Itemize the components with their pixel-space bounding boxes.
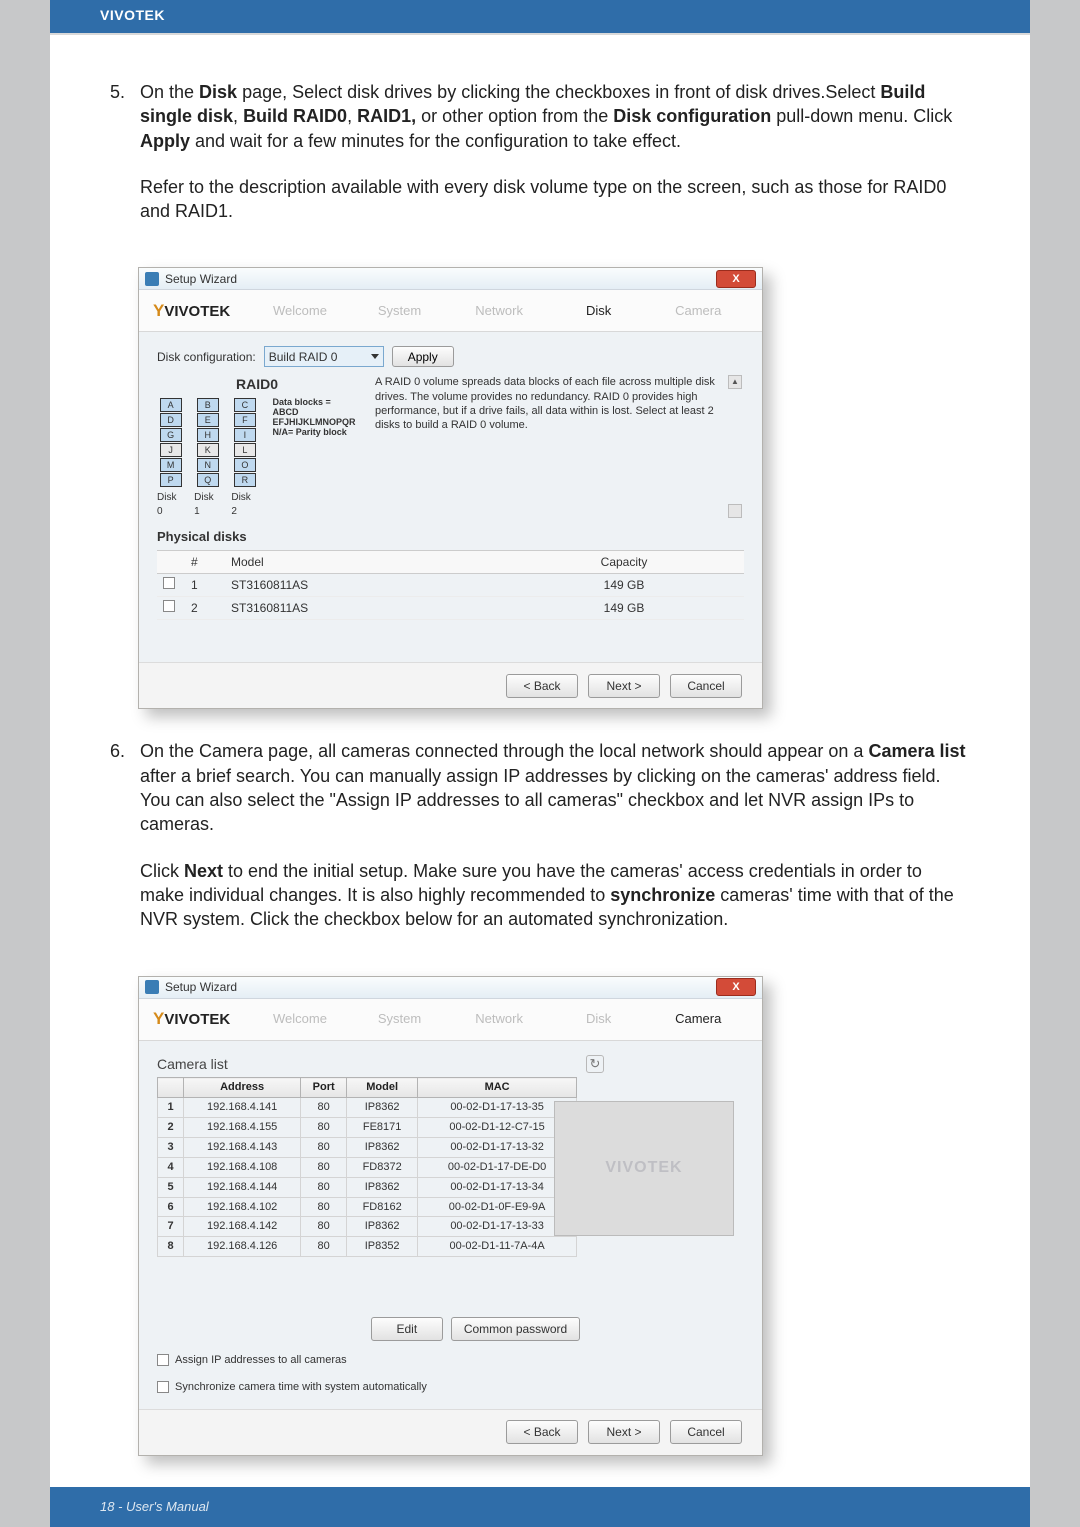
step-6: 6. On the Camera page, all cameras conne… — [110, 739, 970, 953]
checkbox[interactable] — [163, 600, 175, 612]
refresh-icon[interactable]: ↻ — [586, 1055, 604, 1073]
disk-config-dropdown[interactable]: Build RAID 0 — [264, 346, 384, 367]
back-button[interactable]: < Back — [506, 1420, 578, 1444]
table-row[interactable]: 5192.168.4.14480IP836200-02-D1-17-13-34 — [158, 1177, 577, 1197]
physical-disks-title: Physical disks — [157, 528, 744, 546]
chevron-down-icon — [371, 354, 379, 359]
table-row[interactable]: 6192.168.4.10280FD816200-02-D1-0F-E9-9A — [158, 1197, 577, 1217]
raid-description: A RAID 0 volume spreads data blocks of e… — [375, 375, 744, 518]
step-5: 5. On the Disk page, Select disk drives … — [110, 80, 970, 245]
page-footer: 18 - User's Manual — [50, 1487, 1030, 1527]
setup-wizard-disk: Setup Wizard X YVIVOTEK Welcome System N… — [138, 267, 763, 709]
step6-para2: Click Next to end the initial setup. Mak… — [140, 859, 970, 932]
tab-camera[interactable]: Camera — [648, 1010, 748, 1028]
step-number: 5. — [110, 80, 140, 245]
camera-preview: VIVOTEK — [554, 1101, 734, 1236]
logo: YVIVOTEK — [153, 300, 230, 323]
step6-para1: On the Camera page, all cameras connecte… — [140, 739, 970, 836]
sync-time-label: Synchronize camera time with system auto… — [175, 1380, 427, 1395]
checkbox-assign-ip[interactable] — [157, 1354, 169, 1366]
assign-ip-label: Assign IP addresses to all cameras — [175, 1353, 347, 1368]
window-title: Setup Wizard — [165, 271, 716, 287]
setup-wizard-camera: Setup Wizard X YVIVOTEK Welcome System N… — [138, 976, 763, 1456]
edit-button[interactable]: Edit — [371, 1317, 443, 1341]
scroll-down-icon[interactable] — [728, 504, 742, 518]
tab-welcome[interactable]: Welcome — [250, 1010, 350, 1028]
tab-welcome[interactable]: Welcome — [250, 302, 350, 320]
table-row[interactable]: 1ST3160811AS149 GB — [157, 574, 744, 597]
disk-config-label: Disk configuration: — [157, 349, 256, 365]
table-row[interactable]: 8192.168.4.12680IP835200-02-D1-11-7A-4A — [158, 1237, 577, 1257]
scroll-up-icon[interactable]: ▲ — [728, 375, 742, 389]
camera-list-title: Camera list — [157, 1055, 228, 1074]
table-row[interactable]: 7192.168.4.14280IP836200-02-D1-17-13-33 — [158, 1217, 577, 1237]
tab-system[interactable]: System — [350, 1010, 450, 1028]
common-password-button[interactable]: Common password — [451, 1317, 580, 1341]
physical-disks-table: # Model Capacity 1ST3160811AS149 GB 2ST3… — [157, 550, 744, 621]
table-row[interactable]: 2ST3160811AS149 GB — [157, 597, 744, 620]
logo: YVIVOTEK — [153, 1008, 230, 1031]
apply-button[interactable]: Apply — [392, 346, 454, 367]
raid-diagram: RAID0 ADGJMP Disk 0 BEHKNQ Disk 1 — [157, 375, 357, 518]
step5-para1: On the Disk page, Select disk drives by … — [140, 80, 970, 153]
tab-system[interactable]: System — [350, 302, 450, 320]
app-icon — [145, 980, 159, 994]
tab-disk[interactable]: Disk — [549, 302, 649, 320]
table-row[interactable]: 2192.168.4.15580FE817100-02-D1-12-C7-15 — [158, 1118, 577, 1138]
tab-disk[interactable]: Disk — [549, 1010, 649, 1028]
step-number: 6. — [110, 739, 140, 953]
checkbox-sync-time[interactable] — [157, 1381, 169, 1393]
table-row[interactable]: 4192.168.4.10880FD837200-02-D1-17-DE-D0 — [158, 1157, 577, 1177]
watermark: VIVOTEK — [605, 1157, 682, 1179]
next-button[interactable]: Next > — [588, 674, 660, 698]
checkbox[interactable] — [163, 577, 175, 589]
cancel-button[interactable]: Cancel — [670, 674, 742, 698]
camera-list-table: Address Port Model MAC 1192.168.4.14180I… — [157, 1077, 577, 1257]
brand-header: VIVOTEK — [50, 0, 1030, 33]
table-row[interactable]: 3192.168.4.14380IP836200-02-D1-17-13-32 — [158, 1137, 577, 1157]
close-icon[interactable]: X — [716, 978, 756, 996]
app-icon — [145, 272, 159, 286]
tab-camera[interactable]: Camera — [648, 302, 748, 320]
step5-para2: Refer to the description available with … — [140, 175, 970, 224]
cancel-button[interactable]: Cancel — [670, 1420, 742, 1444]
tab-network[interactable]: Network — [449, 1010, 549, 1028]
next-button[interactable]: Next > — [588, 1420, 660, 1444]
tab-network[interactable]: Network — [449, 302, 549, 320]
table-row[interactable]: 1192.168.4.14180IP836200-02-D1-17-13-35 — [158, 1098, 577, 1118]
window-title: Setup Wizard — [165, 979, 716, 995]
close-icon[interactable]: X — [716, 270, 756, 288]
back-button[interactable]: < Back — [506, 674, 578, 698]
